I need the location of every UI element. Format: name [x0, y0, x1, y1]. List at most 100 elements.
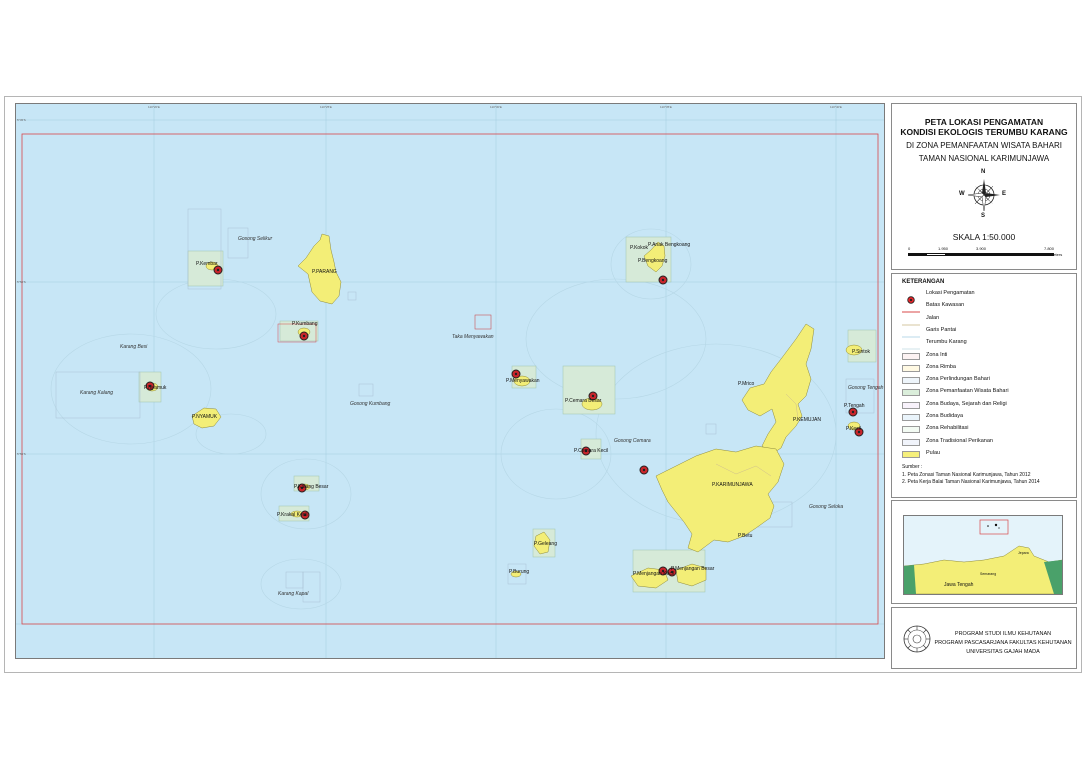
legend-item: Lokasi Pengamatan	[902, 289, 1072, 304]
water-label: Gosong Selikur	[238, 236, 273, 242]
legend-fill-swatch	[902, 438, 920, 446]
scale-tick: 3.900	[976, 246, 987, 251]
grid-tick-x: 110°40'E	[830, 105, 842, 109]
inset-box: Jawa Tengah Semarang Jepara	[891, 500, 1077, 604]
legend-item: Terumbu Karang	[902, 338, 1072, 350]
legend-item: Garis Pantai	[902, 326, 1072, 338]
legend-line-swatch	[902, 316, 920, 326]
island-label: P.NYAMUK	[192, 414, 218, 420]
legend-heading: KETERANGAN	[902, 279, 945, 285]
legend-item-label: Lokasi Pengamatan	[926, 290, 975, 296]
island-label: P.Menjangan Kecil	[633, 571, 675, 577]
legend-fill-swatch	[902, 389, 920, 397]
legend-item-label: Zona Pemanfaatan Wisata Bahari	[926, 388, 1009, 395]
island-label: P.PARANG	[312, 269, 337, 275]
legend-item: Pulau	[902, 449, 1072, 459]
legend-item: Zona Pemanfaatan Wisata Bahari	[902, 387, 1072, 397]
compass-e: E	[1002, 191, 1007, 197]
grid-tick-x: 110°20'E	[148, 105, 160, 109]
compass-s: S	[981, 213, 986, 219]
legend-item-label: Jalan	[926, 314, 940, 321]
observation-point-icon[interactable]	[511, 366, 521, 379]
legend-box: KETERANGAN Lokasi Pengamatan Batas Kawasa…	[891, 273, 1077, 498]
legend-line-swatch	[902, 340, 920, 350]
legend-item: Zona Rimba	[902, 363, 1072, 373]
grid-tick-y: 5°45'S	[17, 118, 26, 122]
inset-label: Jepara	[1018, 551, 1029, 555]
scale-tick: 7.800	[1044, 246, 1055, 251]
island-label: P.Anak Bengkoang	[648, 242, 691, 248]
map-frame[interactable]: P.Kembar P.PARANG P.Kumbang P.Nyamuk P.N…	[15, 103, 885, 659]
legend-item-label: Zona Budidaya	[926, 413, 963, 419]
scale-segment	[945, 254, 981, 255]
observation-point-icon[interactable]	[658, 272, 668, 285]
scale-tick: 0	[908, 246, 911, 251]
legend-item: Zona Inti	[902, 351, 1072, 361]
compass-n: N	[981, 169, 986, 175]
water-label: Taka Menyawakan	[452, 334, 494, 340]
island-label: P.Katang Besar	[294, 484, 329, 490]
source-item: 2. Peta Kerja Balai Taman Nasional Karim…	[902, 479, 1040, 485]
water-label: Karang Kapal	[278, 591, 309, 597]
legend-item-label: Batas Kawasan	[926, 302, 965, 309]
footer-box: PROGRAM STUDI ILMU KEHUTANAN PROGRAM PAS…	[891, 607, 1077, 669]
legend-fill-swatch	[902, 450, 920, 458]
inset-map: Jawa Tengah Semarang Jepara	[903, 515, 1063, 595]
compass-w: W	[959, 191, 965, 197]
island-label: P.Tengah	[844, 403, 865, 409]
island-label: P.Geleang	[534, 541, 557, 547]
island-label: P.Kecil	[846, 426, 861, 432]
observation-point-icon[interactable]	[299, 328, 309, 341]
grid-tick-x: 110°25'E	[320, 105, 332, 109]
map-title-line2: KONDISI EKOLOGIS TERUMBU KARANG	[900, 127, 1068, 137]
legend-fill-swatch	[902, 414, 920, 421]
observation-point-icon[interactable]	[588, 388, 598, 401]
footer-line2: PROGRAM PASCASARJANA FAKULTAS KEHUTANAN	[934, 640, 1072, 646]
legend-fill-swatch	[902, 426, 920, 434]
island-label: P.Nyamuk	[144, 385, 167, 391]
water-label: Karang Besi	[120, 344, 148, 350]
footer-line3: UNIVERSITAS GAJAH MADA	[966, 649, 1040, 655]
legend-fill-swatch	[902, 352, 920, 360]
observation-point-icon	[902, 291, 920, 304]
legend-item-label: Zona Rehabilitasi	[926, 425, 969, 432]
sources-heading: Sumber :	[902, 464, 923, 470]
inset-label: Jawa Tengah	[944, 582, 974, 588]
scale-segment	[909, 254, 927, 255]
island-label: P.Mrico	[738, 381, 755, 387]
footer-line1: PROGRAM STUDI ILMU KEHUTANAN	[954, 631, 1052, 637]
island-label: P.Cemara Kecil	[574, 448, 609, 454]
island-label: P.Menjangan Besar	[671, 566, 715, 572]
scale-bar	[908, 253, 1054, 256]
title-box: PETA LOKASI PENGAMATAN KONDISI EKOLOGIS …	[891, 103, 1077, 270]
island-label: P.Sintok	[852, 349, 870, 355]
scale-tick: 1.950	[938, 246, 949, 251]
map-title-line1: PETA LOKASI PENGAMATAN	[924, 117, 1044, 127]
water-label: Gosong Cemara	[614, 438, 651, 444]
water-label: Gosong Tengah	[848, 385, 884, 391]
scale-segment	[981, 254, 1053, 255]
legend-item: Zona Tradisional Perikanan	[902, 437, 1072, 447]
grid-tick-y: 5°55'S	[17, 452, 26, 456]
legend-line-swatch	[902, 303, 920, 313]
source-item: 1. Peta Zonasi Taman Nasional Karimunjaw…	[902, 472, 1031, 478]
legend-item: Zona Rehabilitasi	[902, 424, 1072, 434]
scale-text: SKALA 1:50.000	[952, 232, 1016, 242]
island-label: P.Bengkoang	[638, 258, 668, 264]
island-label: P.Krakal Kecil	[277, 512, 308, 518]
side-panel: PETA LOKASI PENGAMATAN KONDISI EKOLOGIS …	[891, 103, 1077, 669]
island-label: P.Kembar	[196, 261, 218, 267]
grid-tick-x: 110°30'E	[490, 105, 502, 109]
island-label: P.Burung	[509, 569, 530, 575]
grid-tick-x: 110°35'E	[660, 105, 672, 109]
grid-tick-y: 5°50'S	[17, 280, 26, 284]
island-label: P.Kumbang	[292, 321, 318, 327]
legend-item-label: Pulau	[926, 449, 941, 456]
legend-fill-swatch	[902, 364, 920, 372]
legend-item-label: Garis Pantai	[926, 326, 957, 333]
legend-item-label: Terumbu Karang	[926, 339, 967, 346]
observation-point-icon[interactable]	[639, 462, 649, 475]
compass-rose-icon: N S W E	[959, 169, 1007, 220]
legend-item-label: Zona Tradisional Perikanan	[926, 437, 993, 444]
legend-fill-swatch	[902, 377, 920, 385]
